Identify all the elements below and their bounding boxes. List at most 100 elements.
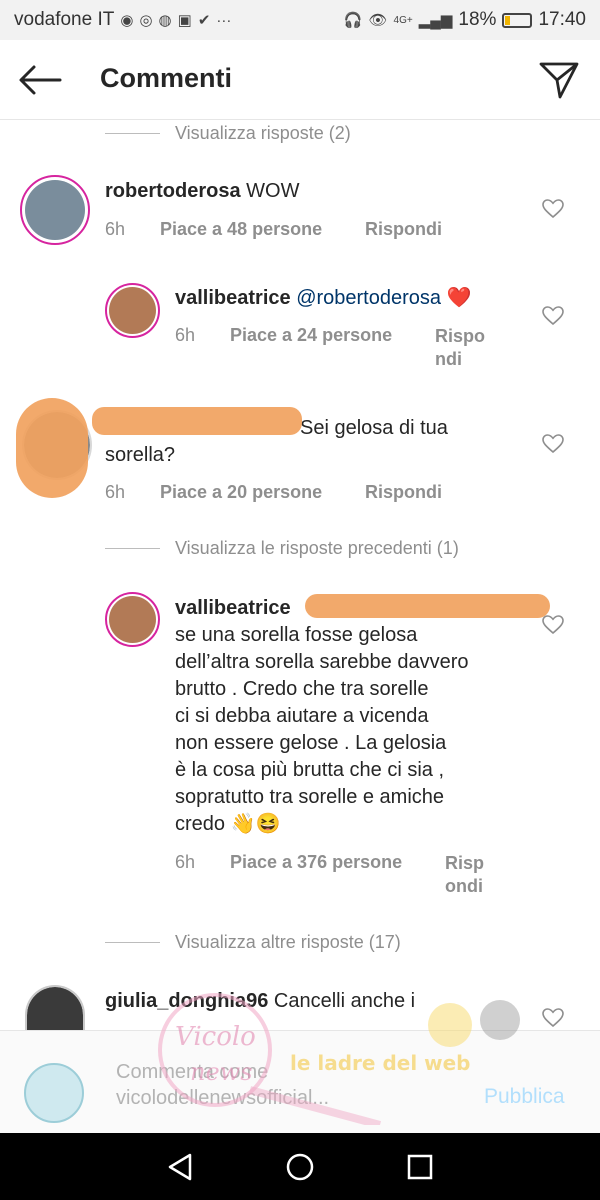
eye-icon: 👁 — [368, 12, 388, 29]
nav-home-icon — [286, 1153, 314, 1180]
comment-time: 6h — [175, 852, 196, 872]
nav-back-button[interactable] — [160, 1147, 200, 1187]
comment-username[interactable]: robertoderosa — [105, 180, 241, 202]
battery-icon — [502, 12, 533, 28]
header: Commenti — [0, 40, 600, 120]
heart-icon[interactable] — [542, 615, 564, 635]
heart-icon[interactable] — [542, 1008, 564, 1028]
nav-home-button[interactable] — [280, 1147, 320, 1187]
view-more-replies-link[interactable]: Visualizza altre risposte (17) — [105, 932, 401, 953]
page-title: Commenti — [100, 63, 233, 93]
battery-percent: 18% — [458, 9, 497, 30]
reply-button[interactable]: Rispo ndi — [435, 325, 485, 371]
status-right: 🎧 👁 4G+ ▂▄▆ 18% 17:40 — [344, 9, 586, 31]
heart-icon[interactable] — [542, 434, 564, 454]
android-nav-bar — [0, 1133, 600, 1200]
comment-time: 6h — [175, 325, 196, 345]
placeholder-line1: Commenta come — [116, 1061, 269, 1083]
comment-line: se una sorella fosse gelosa — [175, 624, 418, 646]
gallery-icon: ▣ — [177, 12, 192, 29]
view-replies-label: Visualizza risposte (2) — [175, 123, 351, 143]
comment-body: giulia_donghia96 Cancelli anche i — [105, 988, 525, 1015]
comment-meta: 6h Piace a 376 persone Risp ondi — [175, 852, 484, 898]
avatar-image — [109, 287, 156, 334]
redaction-scribble — [16, 398, 88, 498]
more-notifications-icon: ··· — [216, 11, 232, 29]
carrier-label: vodafone IT — [14, 9, 115, 30]
comment-username[interactable]: giulia_donghia96 — [105, 990, 268, 1012]
comment-line: non essere gelose . La gelosia — [175, 732, 447, 754]
comment-time: 6h — [105, 219, 126, 239]
heart-icon[interactable] — [542, 306, 564, 326]
clock: 17:40 — [538, 9, 586, 30]
comment-text-line2: sorella? — [105, 444, 176, 466]
whatsapp-icon: ◎ — [139, 12, 153, 29]
status-left: vodafone IT ◉ ◎ ◍ ▣ ✔ ··· — [14, 9, 231, 31]
direct-send-icon[interactable] — [538, 60, 580, 100]
view-replies-link[interactable]: Visualizza risposte (2) — [105, 123, 351, 144]
comment-username[interactable]: vallibeatrice — [175, 287, 291, 309]
likes-count[interactable]: Piace a 24 persone — [230, 325, 435, 371]
headphones-icon: 🎧 — [343, 12, 363, 29]
signal-icon: ▂▄▆ — [418, 12, 453, 29]
view-replies-label: Visualizza le risposte precedenti (1) — [175, 538, 459, 558]
reply-label-line2: ondi — [445, 876, 483, 896]
comment-text-line1: Sei gelosa di tua — [300, 417, 448, 439]
reply-button[interactable]: Rispondi — [365, 219, 442, 240]
network-type-label: 4G+ — [393, 14, 413, 26]
comment-line: è la cosa più brutta che ci sia , — [175, 759, 445, 781]
reply-label-line2: ndi — [435, 349, 462, 369]
reply-label-line1: Rispo — [435, 326, 486, 346]
view-replies-label: Visualizza altre risposte (17) — [175, 932, 401, 952]
comment-input[interactable]: Commenta come vicolodellenewsofficial... — [116, 1059, 466, 1111]
comment-text: WOW — [246, 180, 300, 202]
sync-icon: ◉ — [120, 12, 134, 29]
mention-link[interactable]: @robertoderosa — [296, 287, 441, 309]
avatar[interactable] — [20, 175, 90, 245]
reply-button[interactable]: Rispondi — [365, 482, 442, 503]
back-arrow-icon[interactable] — [18, 64, 62, 96]
comment-body: vallibeatrice @robertoderosa ❤️ — [175, 285, 535, 312]
nav-recents-button[interactable] — [400, 1147, 440, 1187]
reply-label-line1: Risp — [445, 853, 485, 873]
avatar-image — [109, 596, 156, 643]
avatar-image — [27, 987, 83, 1030]
comment-body: vallibeatrice se una sorella fosse gelos… — [175, 595, 535, 838]
avatar[interactable] — [25, 985, 85, 1030]
publish-button[interactable]: Pubblica — [484, 1085, 565, 1109]
placeholder-line2: vicolodellenewsofficial... — [116, 1087, 330, 1109]
divider-line — [105, 942, 160, 943]
heart-icon[interactable] — [542, 199, 564, 219]
check-icon: ✔ — [197, 12, 211, 29]
redaction-scribble — [92, 407, 302, 435]
likes-count[interactable]: Piace a 20 persone — [160, 482, 365, 503]
redaction-scribble — [305, 594, 550, 618]
nav-recents-icon — [407, 1154, 433, 1179]
comment-body: robertoderosa WOW — [105, 178, 525, 205]
comment-meta: 6h Piace a 24 persone Rispo ndi — [175, 325, 485, 371]
view-previous-replies-link[interactable]: Visualizza le risposte precedenti (1) — [105, 538, 459, 559]
nav-back-icon — [168, 1153, 192, 1180]
comment-meta: 6h Piace a 20 persone Rispondi — [105, 482, 442, 503]
comment-line: brutto . Credo che tra sorelle — [175, 678, 429, 700]
comment-meta: 6h Piace a 48 persone Rispondi — [105, 219, 442, 240]
comment-username[interactable]: vallibeatrice — [175, 597, 291, 619]
comment-line: dell’altra sorella sarebbe davvero — [175, 651, 469, 673]
battery-fill — [505, 15, 510, 25]
likes-count[interactable]: Piace a 48 persone — [160, 219, 365, 240]
divider-line — [105, 133, 160, 134]
avatar[interactable] — [105, 283, 160, 338]
own-avatar — [24, 1063, 84, 1123]
status-bar: vodafone IT ◉ ◎ ◍ ▣ ✔ ··· 🎧 👁 4G+ ▂▄▆ 18… — [0, 0, 600, 40]
comment-line: sopratutto tra sorelle e amiche — [175, 786, 445, 808]
divider-line — [105, 548, 160, 549]
comment-time: 6h — [105, 482, 126, 502]
avatar[interactable] — [105, 592, 160, 647]
reply-button[interactable]: Risp ondi — [445, 852, 484, 898]
comment-text: Cancelli anche i — [273, 990, 416, 1012]
likes-count[interactable]: Piace a 376 persone — [230, 852, 445, 898]
heart-emoji: ❤️ — [446, 287, 472, 309]
comment-line: credo 👋😆 — [175, 813, 281, 835]
comment-composer: Commenta come vicolodellenewsofficial...… — [0, 1030, 600, 1133]
comment-line: ci si debba aiutare a vicenda — [175, 705, 429, 727]
